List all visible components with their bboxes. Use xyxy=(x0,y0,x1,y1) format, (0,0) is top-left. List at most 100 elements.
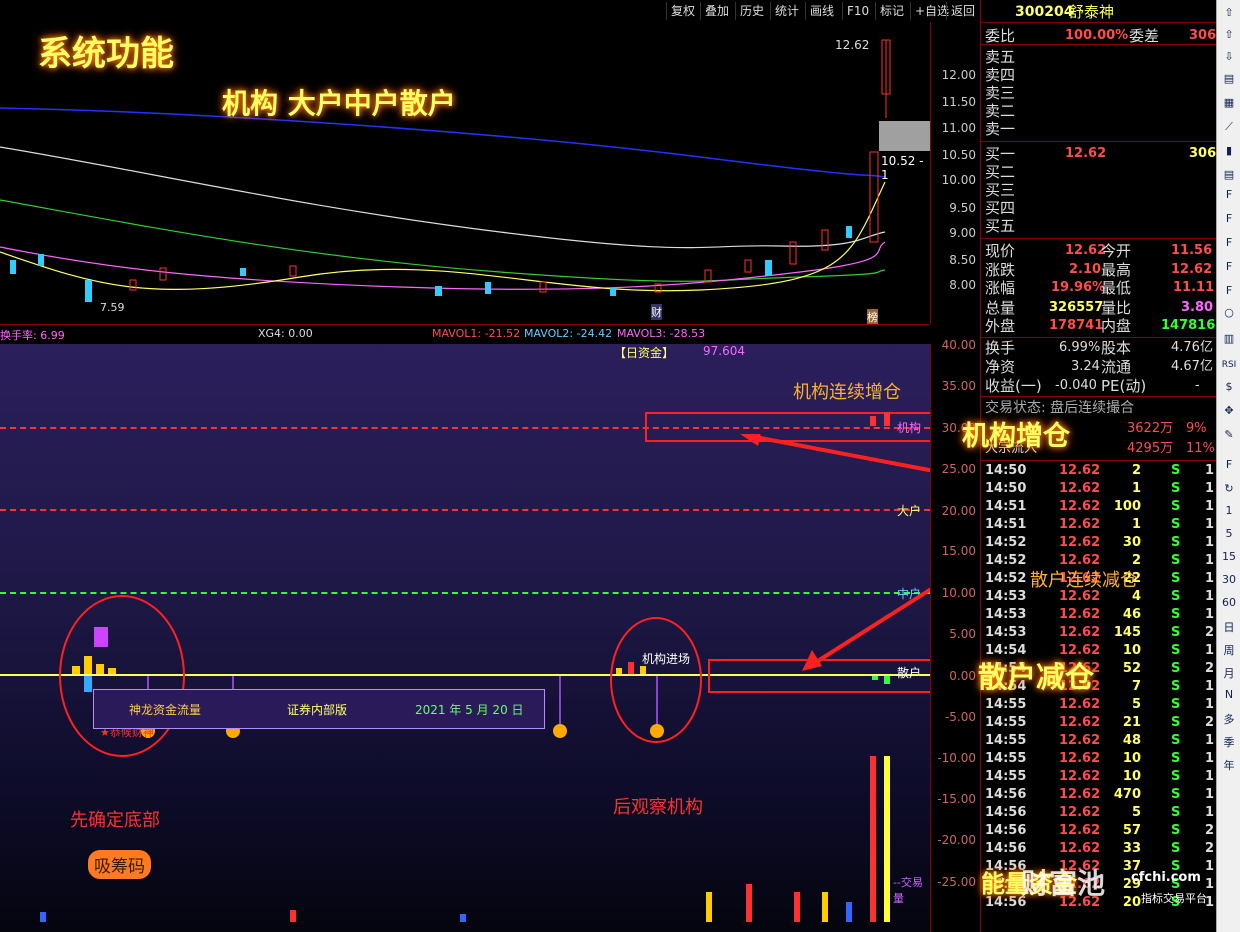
f-icon[interactable]: F xyxy=(1220,234,1238,252)
trade-n: 1 xyxy=(1205,463,1215,478)
y-tick: -25.00 xyxy=(937,875,976,889)
f5-icon[interactable]: F xyxy=(1220,456,1238,474)
overlay-title: 系统功能 xyxy=(38,34,174,74)
f-icon[interactable]: F xyxy=(1220,282,1238,300)
stat-row: 总量 326557 量比 3.80 xyxy=(981,299,1217,317)
weibi-label: 委比 xyxy=(985,27,1016,45)
legend-name: 神龙资金流量 xyxy=(129,703,202,717)
period-n[interactable]: N xyxy=(1217,688,1240,701)
trade-s: S xyxy=(1171,607,1181,622)
period-5[interactable]: 5 xyxy=(1217,527,1240,540)
y-tick: 8.50 xyxy=(949,253,976,267)
candle-icon[interactable]: ▮ xyxy=(1220,142,1238,160)
trade-p: 12.62 xyxy=(1059,499,1101,514)
arrow-up-icon[interactable]: ⇧ xyxy=(1220,26,1238,44)
trade-n: 1 xyxy=(1205,481,1215,496)
toolbar-diejia-button[interactable]: 叠加 xyxy=(700,2,733,20)
trade-v: 46 xyxy=(1122,607,1141,622)
toolbar-fuquan-button[interactable]: 复权 xyxy=(666,2,699,20)
period-day[interactable]: 日 xyxy=(1217,619,1240,635)
arrow-up-icon[interactable]: ⇧ xyxy=(1220,4,1238,22)
y-tick: 11.00 xyxy=(941,121,976,135)
money-icon[interactable]: $ xyxy=(1220,378,1238,396)
period-30[interactable]: 30 xyxy=(1217,573,1240,586)
circle-icon[interactable]: ○ xyxy=(1220,304,1238,322)
period-15[interactable]: 15 xyxy=(1217,550,1240,563)
buy-2: 买二 xyxy=(981,163,1217,181)
trade-t: 14:51 xyxy=(985,499,1027,514)
trade-s: S xyxy=(1171,553,1181,568)
trade-n: 1 xyxy=(1205,571,1215,586)
fund-flow-indicator[interactable]: 机构 大户 中户 散户 【日资金】 97.604 机构连续增仓 ★恭候财神 机构… xyxy=(0,344,1067,932)
period-1[interactable]: 1 xyxy=(1217,504,1240,517)
trade-t: 14:53 xyxy=(985,589,1027,604)
kline-chart[interactable]: 系统功能 机构 大户中户散户 12.62 7.59 10.52 - 1 财 榜 xyxy=(0,22,930,325)
trade-n: 2 xyxy=(1205,661,1215,676)
note-observe: 后观察机构 xyxy=(613,797,703,818)
refresh-icon[interactable]: ↻ xyxy=(1220,480,1238,498)
stat-key: 流通 xyxy=(1101,358,1132,376)
trade-v: 470 xyxy=(1113,787,1141,802)
sell-4: 卖四 xyxy=(981,66,1217,84)
period-multi[interactable]: 多 xyxy=(1217,711,1240,727)
table-icon[interactable]: ▤ xyxy=(1220,166,1238,184)
period-week[interactable]: 周 xyxy=(1217,642,1240,658)
f-icon[interactable]: F xyxy=(1220,258,1238,276)
toolbar-biaoji-button[interactable]: 标记 xyxy=(875,2,908,20)
trade-t: 14:56 xyxy=(985,787,1027,802)
trade-s: S xyxy=(1171,841,1181,856)
sell-label: 卖二 xyxy=(985,102,1016,120)
stat-value: 147816 xyxy=(1161,318,1216,333)
turnover-label: 换手率: 6.99 xyxy=(0,329,65,342)
toolbar-huaxian-button[interactable]: 画线 xyxy=(805,2,838,20)
bar-chart-icon[interactable]: ▥ xyxy=(1220,330,1238,348)
stat-value: -0.040 xyxy=(1055,378,1097,393)
period-year[interactable]: 年 xyxy=(1217,757,1240,773)
indicator-legend: 神龙资金流量 证券内部版 2021 年 5 月 20 日 xyxy=(93,689,545,729)
arrow-down-icon[interactable]: ⇩ xyxy=(1220,48,1238,66)
grid-icon[interactable]: ▦ xyxy=(1220,94,1238,112)
rsi-icon[interactable]: RSI xyxy=(1220,356,1238,374)
move-icon[interactable]: ✥ xyxy=(1220,402,1238,420)
watermark-logo: 财富池 xyxy=(1021,867,1106,900)
trade-row: 14:55 12.62 10 S 1 xyxy=(981,750,1217,768)
trade-p: 12.62 xyxy=(1059,463,1101,478)
stat-row: 涨跌 2.10 最高 12.62 xyxy=(981,261,1217,279)
trade-row: 14:56 12.62 33 S 2 xyxy=(981,840,1217,858)
stat-value: 326557 xyxy=(1049,300,1104,315)
list-icon[interactable]: ▤ xyxy=(1220,70,1238,88)
toolbar-f10-button[interactable]: F10 xyxy=(842,2,873,20)
trade-t: 14:51 xyxy=(985,517,1027,532)
trade-p: 12.62 xyxy=(1059,607,1101,622)
trade-s: S xyxy=(1171,625,1181,640)
period-60[interactable]: 60 xyxy=(1217,596,1240,609)
y-tick: 35.00 xyxy=(941,379,976,393)
trade-v: 57 xyxy=(1122,823,1141,838)
toolbar-tongji-button[interactable]: 统计 xyxy=(770,2,803,20)
y-tick: 40.00 xyxy=(941,338,976,352)
stat-key: 换手 xyxy=(985,339,1016,357)
stock-header: 300204 舒泰神 xyxy=(981,3,1217,23)
note-enter: 机构进场 xyxy=(642,652,691,666)
toolbar-fanhui-button[interactable]: 返回 xyxy=(946,2,979,20)
trade-p: 12.62 xyxy=(1059,733,1101,748)
pen-icon[interactable]: ✎ xyxy=(1220,426,1238,444)
mavol1-label: MAVOL1: -21.52 xyxy=(432,327,521,340)
y-tick: 12.00 xyxy=(941,68,976,82)
trade-t: 14:52 xyxy=(985,571,1027,586)
period-month[interactable]: 月 xyxy=(1217,665,1240,681)
toolbar-lishi-button[interactable]: 历史 xyxy=(735,2,768,20)
trade-row: 14:53 12.62 145 S 2 xyxy=(981,624,1217,642)
stat-row: 涨幅 19.96% 最低 11.11 xyxy=(981,279,1217,297)
buy-label: 买二 xyxy=(985,163,1016,181)
f-icon[interactable]: F xyxy=(1220,210,1238,228)
line-chart-icon[interactable]: ⟋ xyxy=(1220,118,1238,136)
trade-t: 14:52 xyxy=(985,535,1027,550)
period-season[interactable]: 季 xyxy=(1217,734,1240,750)
stat-key: 内盘 xyxy=(1101,317,1132,335)
trade-v: 20 xyxy=(1122,895,1141,910)
f10-icon[interactable]: F xyxy=(1220,186,1238,204)
trade-v: 7 xyxy=(1131,679,1141,694)
buy-label: 买四 xyxy=(985,199,1016,217)
trade-s: S xyxy=(1171,733,1181,748)
